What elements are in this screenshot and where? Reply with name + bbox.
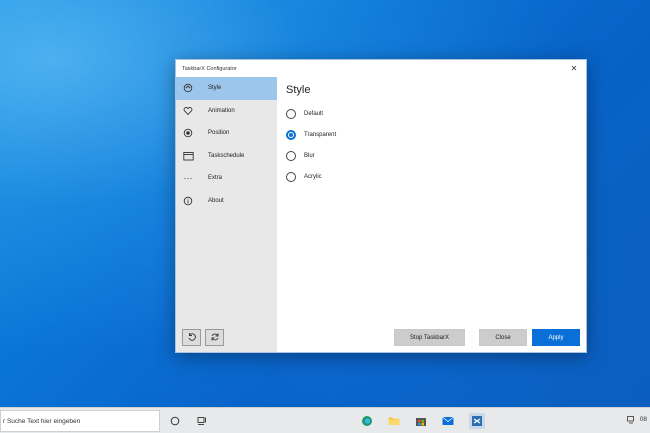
radio-button[interactable] [286, 108, 296, 119]
system-tray[interactable]: 08 [626, 416, 647, 426]
radio-option-default[interactable]: Default [286, 103, 577, 124]
sidebar-item-extra[interactable]: ··· Extra [176, 167, 277, 190]
content-panel: Style Default Transparent Blur Acrylic S… [277, 77, 586, 352]
radio-label: Transparent [304, 131, 337, 138]
taskbar-search-input[interactable]: r Suche Text hier eingeben [0, 410, 160, 432]
file-explorer-icon[interactable] [386, 413, 402, 429]
sidebar-item-label: Taskschedule [208, 152, 245, 159]
radio-option-transparent[interactable]: Transparent [286, 124, 577, 145]
title-bar: TaskbarX Configurator ✕ [176, 60, 586, 77]
cortana-icon[interactable] [167, 413, 183, 429]
info-icon [182, 195, 194, 207]
sidebar-item-label: Style [208, 85, 222, 92]
radio-label: Acrylic [304, 173, 322, 180]
heart-icon [182, 105, 194, 117]
radio-button[interactable] [286, 150, 296, 161]
mail-icon[interactable] [440, 413, 456, 429]
undo-icon [187, 332, 197, 344]
network-icon[interactable] [626, 416, 636, 426]
radio-option-acrylic[interactable]: Acrylic [286, 166, 577, 187]
sidebar-item-style[interactable]: Style [176, 77, 277, 100]
more-icon: ··· [183, 173, 193, 184]
apply-button[interactable]: Apply [532, 329, 580, 346]
search-placeholder: r Suche Text hier eingeben [3, 417, 81, 425]
sidebar-item-label: About [208, 197, 224, 204]
clock-text[interactable]: 08 [640, 416, 647, 426]
sidebar-item-position[interactable]: Position [176, 122, 277, 145]
configurator-window: TaskbarX Configurator ✕ Style Animation [175, 59, 587, 353]
position-icon [182, 127, 194, 139]
page-title: Style [286, 84, 311, 96]
sidebar-item-about[interactable]: About [176, 190, 277, 213]
radio-button[interactable] [286, 171, 296, 182]
radio-label: Blur [304, 152, 315, 159]
undo-button[interactable] [182, 329, 201, 346]
brush-icon [182, 82, 194, 94]
refresh-button[interactable] [205, 329, 224, 346]
close-button[interactable]: Close [479, 329, 527, 346]
sidebar-item-label: Animation [208, 107, 235, 114]
edge-icon[interactable] [359, 413, 375, 429]
radio-option-blur[interactable]: Blur [286, 145, 577, 166]
sidebar: Style Animation Position Taskschedule ··… [176, 77, 277, 352]
radio-button-checked[interactable] [286, 129, 296, 140]
task-view-icon[interactable] [194, 413, 210, 429]
store-icon[interactable] [413, 413, 429, 429]
sidebar-item-animation[interactable]: Animation [176, 100, 277, 123]
sidebar-item-taskschedule[interactable]: Taskschedule [176, 145, 277, 168]
window-title: TaskbarX Configurator [182, 65, 237, 72]
radio-label: Default [304, 110, 324, 117]
sidebar-item-label: Extra [208, 175, 223, 182]
sidebar-item-label: Position [208, 130, 230, 137]
taskbarx-app-icon[interactable] [469, 413, 485, 429]
window-close-button[interactable]: ✕ [568, 64, 580, 73]
taskbar: r Suche Text hier eingeben 08 [0, 407, 650, 433]
refresh-icon [210, 332, 220, 344]
calendar-icon [182, 150, 194, 162]
stop-taskbarx-button[interactable]: Stop TaskbarX [394, 329, 465, 346]
